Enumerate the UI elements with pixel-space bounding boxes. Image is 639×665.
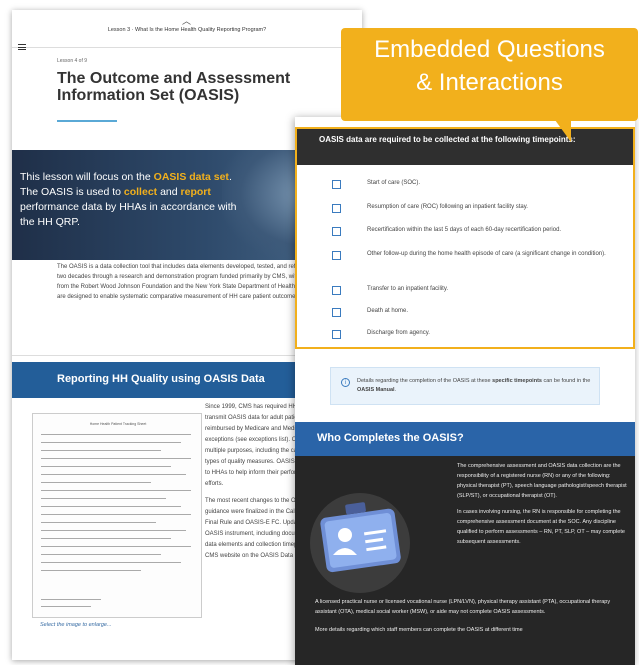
who-completes-section: The comprehensive assessment and OASIS d…	[295, 456, 635, 665]
info-text: Details regarding the completion of the …	[357, 378, 591, 393]
question-header: OASIS data are required to be collected …	[297, 129, 633, 165]
hero-text: This lesson will focus on the OASIS data…	[20, 171, 237, 228]
who-completes-column: The comprehensive assessment and OASIS d…	[457, 463, 627, 545]
menu-icon[interactable]	[18, 44, 26, 51]
enlarge-link[interactable]: Select the image to enlarge...	[40, 622, 112, 628]
lesson-number: Lesson 4 of 9	[57, 58, 88, 64]
section-title: Reporting HH Quality using OASIS Data	[57, 373, 265, 385]
chevron-up-icon[interactable]: ︿	[182, 14, 191, 27]
checkbox[interactable]	[332, 308, 341, 317]
title-underline	[57, 120, 117, 122]
checkbox[interactable]	[332, 204, 341, 213]
info-note: i Details regarding the completion of th…	[330, 367, 600, 405]
lesson-header-title: Lesson 3 · What Is the Home Health Quali…	[107, 27, 267, 33]
lesson-page-front: OASIS data are required to be collected …	[295, 117, 635, 665]
id-badge-icon	[310, 493, 410, 593]
checkbox[interactable]	[332, 180, 341, 189]
lesson-header-bar: ︿ Lesson 3 · What Is the Home Health Qua…	[12, 10, 362, 48]
checkbox[interactable]	[332, 330, 341, 339]
who-completes-bottom: A licensed practical nurse or licensed v…	[315, 599, 611, 633]
tracking-sheet-thumbnail[interactable]: Home Health Patient Tracking Sheet	[32, 413, 202, 618]
page-title: The Outcome and Assessment Information S…	[57, 70, 291, 104]
who-completes-banner: Who Completes the OASIS?	[295, 422, 635, 456]
form-title: Home Health Patient Tracking Sheet	[89, 422, 147, 426]
oasis-manual-link[interactable]: OASIS Manual	[357, 387, 395, 393]
embedded-questions-callout: Embedded Questions & Interactions	[341, 28, 638, 121]
checkbox[interactable]	[332, 251, 341, 260]
checkbox[interactable]	[332, 227, 341, 236]
timepoints-question: OASIS data are required to be collected …	[295, 127, 635, 349]
info-icon: i	[341, 378, 350, 387]
who-completes-title: Who Completes the OASIS?	[317, 432, 464, 444]
checkbox[interactable]	[332, 286, 341, 295]
callout-pointer	[555, 120, 571, 142]
